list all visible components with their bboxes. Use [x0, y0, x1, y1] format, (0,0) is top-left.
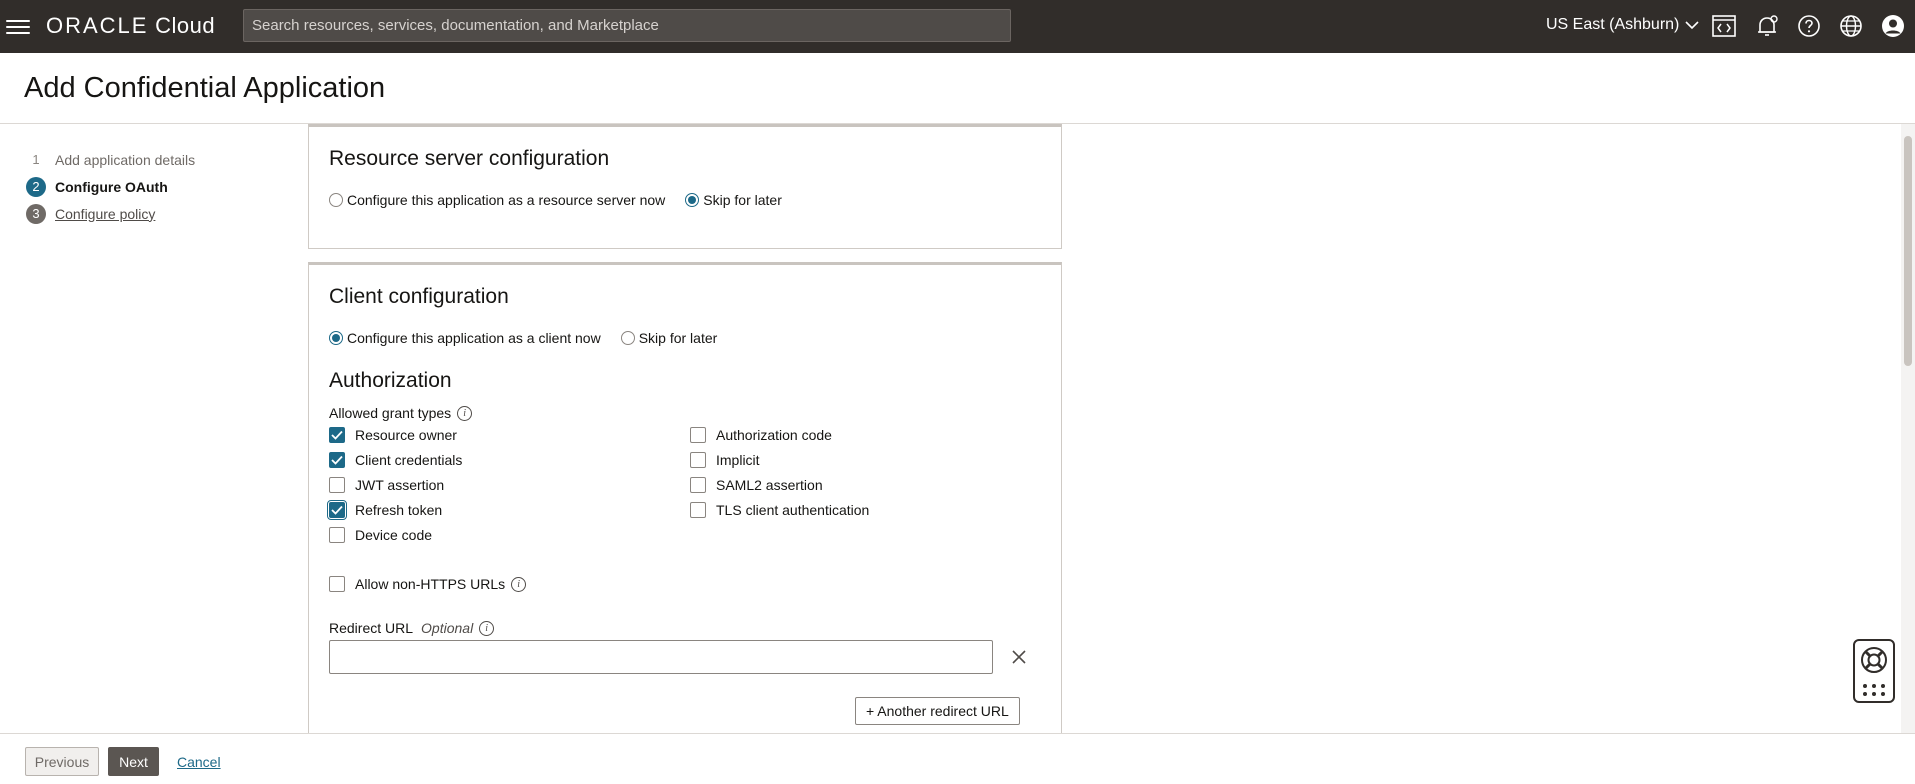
user-icon[interactable] — [1880, 13, 1906, 39]
client-later-option[interactable]: Skip for later — [620, 330, 718, 346]
wizard-steps: 1 Add application details 2 Configure OA… — [26, 146, 195, 227]
grant-device-code[interactable]: Device code — [329, 527, 432, 543]
help-icon[interactable] — [1796, 13, 1822, 39]
info-icon[interactable]: i — [479, 620, 495, 636]
page-title: Add Confidential Application — [24, 72, 386, 104]
info-icon[interactable]: i — [511, 576, 527, 592]
redirect-url-label-text: Redirect URL — [329, 620, 414, 636]
oracle-cloud-logo[interactable]: ORACLE Cloud — [46, 13, 215, 39]
step-number: 2 — [26, 176, 46, 197]
previous-button[interactable]: Previous — [25, 747, 99, 776]
grant-implicit[interactable]: Implicit — [690, 452, 760, 468]
grant-tls-client-authentication[interactable]: TLS client authentication — [690, 502, 869, 518]
checkbox[interactable] — [690, 502, 706, 518]
client-configuration-title: Client configuration — [329, 285, 509, 308]
grant-saml2-assertion[interactable]: SAML2 assertion — [690, 477, 823, 493]
scrollbar-thumb[interactable] — [1904, 136, 1912, 366]
check-icon — [331, 505, 343, 515]
checkbox-checked[interactable] — [329, 427, 345, 443]
checkbox-label: Authorization code — [716, 427, 832, 443]
step-configure-policy[interactable]: 3 Configure policy — [26, 200, 195, 227]
global-search-input[interactable] — [243, 9, 1011, 42]
bell-icon[interactable] — [1754, 13, 1780, 39]
page-header: Add Confidential Application — [0, 53, 1915, 124]
top-navigation-bar: ORACLE Cloud US East (Ashburn) — [0, 0, 1915, 53]
step-configure-oauth[interactable]: 2 Configure OAuth — [26, 173, 195, 200]
optional-label: Optional — [421, 620, 474, 636]
code-editor-icon[interactable] — [1711, 13, 1737, 39]
grant-refresh-token[interactable]: Refresh token — [327, 500, 443, 520]
another-redirect-url-button[interactable]: + Another redirect URL — [855, 697, 1020, 725]
checkbox-label: Device code — [355, 527, 433, 543]
checkbox-label: Allow non-HTTPS URLs — [355, 576, 506, 592]
step-label: Configure OAuth — [55, 178, 168, 195]
redirect-url-input[interactable] — [329, 640, 993, 674]
region-label: US East (Ashburn) — [1546, 16, 1680, 33]
resource-server-now-option[interactable]: Configure this application as a resource… — [329, 192, 665, 208]
region-selector[interactable]: US East (Ashburn) — [1546, 16, 1699, 34]
checkbox-checked[interactable] — [329, 452, 345, 468]
client-now-option[interactable]: Configure this application as a client n… — [329, 330, 601, 346]
hamburger-icon[interactable] — [6, 16, 30, 36]
checkbox-label: Client credentials — [355, 452, 463, 468]
help-widget[interactable] — [1853, 639, 1895, 703]
radio-button[interactable] — [329, 193, 343, 207]
cancel-link[interactable]: Cancel — [177, 754, 221, 770]
resource-server-title: Resource server configuration — [329, 147, 610, 170]
vertical-scrollbar[interactable] — [1901, 124, 1915, 733]
grant-authorization-code[interactable]: Authorization code — [690, 427, 832, 443]
checkbox-label: JWT assertion — [355, 477, 445, 493]
lifebuoy-icon — [1861, 647, 1887, 673]
checkbox[interactable] — [690, 427, 706, 443]
grant-resource-owner[interactable]: Resource owner — [329, 427, 457, 443]
globe-icon[interactable] — [1838, 13, 1864, 39]
logo-product: Cloud — [155, 13, 216, 38]
checkbox-label: SAML2 assertion — [716, 477, 823, 493]
checkbox-checked[interactable] — [327, 500, 347, 520]
client-configuration-card: Client configuration Configure this appl… — [308, 262, 1062, 742]
client-radio-group: Configure this application as a client n… — [329, 330, 737, 346]
next-button[interactable]: Next — [108, 747, 159, 776]
wizard-footer: Previous Next Cancel — [0, 733, 1915, 784]
redirect-url-label: Redirect URL Optional i — [329, 620, 495, 636]
resource-server-card: Resource server configuration Configure … — [308, 124, 1062, 249]
resource-server-later-option[interactable]: Skip for later — [685, 192, 782, 208]
grant-client-credentials[interactable]: Client credentials — [329, 452, 462, 468]
checkbox[interactable] — [690, 477, 706, 493]
step-number: 3 — [26, 203, 46, 224]
radio-label: Skip for later — [703, 192, 782, 208]
allow-non-https-urls[interactable]: Allow non-HTTPS URLs i — [329, 576, 527, 592]
close-icon[interactable] — [1009, 647, 1029, 667]
chevron-down-icon — [1685, 21, 1699, 30]
step-number: 1 — [32, 152, 40, 167]
step-add-application-details[interactable]: 1 Add application details — [26, 146, 195, 173]
step-label: Add application details — [55, 151, 196, 168]
check-icon — [331, 455, 343, 465]
checkbox[interactable] — [329, 527, 345, 543]
checkbox[interactable] — [329, 477, 345, 493]
radio-label: Configure this application as a client n… — [347, 330, 601, 346]
grant-jwt-assertion[interactable]: JWT assertion — [329, 477, 444, 493]
info-icon[interactable]: i — [457, 405, 473, 421]
checkbox[interactable] — [329, 576, 345, 592]
radio-label: Skip for later — [638, 330, 718, 346]
grant-types-label-text: Allowed grant types — [329, 405, 452, 421]
radio-button[interactable] — [620, 331, 635, 345]
allowed-grant-types-label: Allowed grant types i — [329, 405, 473, 421]
radio-label: Configure this application as a resource… — [347, 192, 666, 208]
step-label: Configure policy — [55, 205, 156, 222]
checkbox-label: Resource owner — [355, 427, 457, 443]
checkbox[interactable] — [690, 452, 706, 468]
checkbox-label: Implicit — [716, 452, 760, 468]
radio-button-selected[interactable] — [685, 193, 700, 207]
resource-server-radio-group: Configure this application as a resource… — [329, 192, 802, 208]
radio-button-selected[interactable] — [329, 331, 343, 345]
grid-icon — [1863, 684, 1885, 696]
logo-brand: ORACLE — [46, 13, 149, 38]
authorization-title: Authorization — [329, 369, 452, 392]
checkbox-label: Refresh token — [355, 502, 443, 518]
checkbox-label: TLS client authentication — [716, 502, 870, 518]
check-icon — [331, 430, 343, 440]
